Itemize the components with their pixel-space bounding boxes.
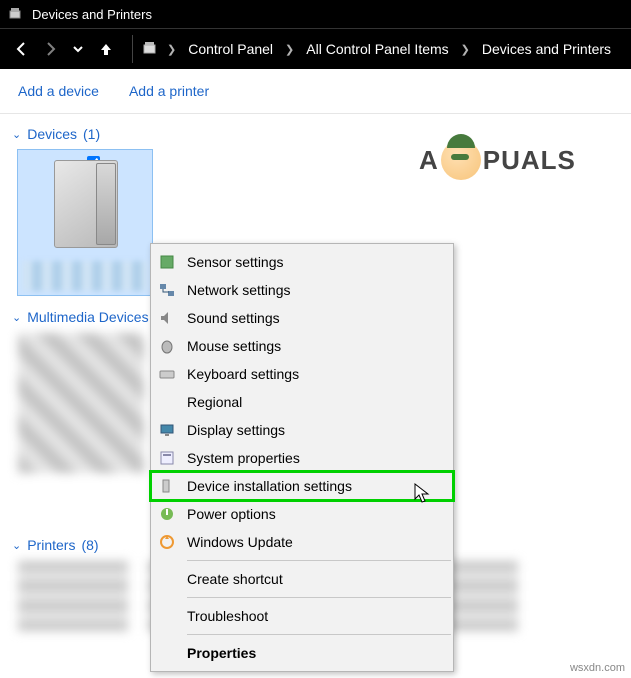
nav-toolbar: ❯ Control Panel ❯ All Control Panel Item… xyxy=(0,28,631,69)
menu-separator xyxy=(187,597,451,598)
menu-label: Properties xyxy=(187,645,256,661)
menu-regional[interactable]: Regional xyxy=(151,388,453,416)
menu-label: Device installation settings xyxy=(187,478,352,494)
source-stamp: wsxdn.com xyxy=(570,662,625,674)
menu-power-options[interactable]: Power options xyxy=(151,500,453,528)
window-title: Devices and Printers xyxy=(32,7,152,22)
power-icon xyxy=(157,504,177,524)
window-titlebar: Devices and Printers xyxy=(0,0,631,28)
menu-sound-settings[interactable]: Sound settings xyxy=(151,304,453,332)
menu-keyboard-settings[interactable]: Keyboard settings xyxy=(151,360,453,388)
menu-device-installation-settings[interactable]: Device installation settings xyxy=(151,472,453,500)
menu-mouse-settings[interactable]: Mouse settings xyxy=(151,332,453,360)
watermark-face-icon xyxy=(441,140,481,180)
menu-separator xyxy=(187,634,451,635)
add-device-link[interactable]: Add a device xyxy=(18,83,99,99)
crumb-control-panel[interactable]: Control Panel xyxy=(184,39,277,59)
printer-tile-blurred[interactable] xyxy=(18,561,128,631)
menu-windows-update[interactable]: Windows Update xyxy=(151,528,453,556)
menu-label: Mouse settings xyxy=(187,338,281,354)
install-icon xyxy=(157,476,177,496)
pc-icon xyxy=(40,158,130,253)
device-tile-pc[interactable] xyxy=(18,150,152,295)
section-count: (8) xyxy=(81,537,98,553)
properties-icon xyxy=(157,448,177,468)
up-button[interactable] xyxy=(94,37,118,61)
back-button[interactable] xyxy=(10,37,34,61)
monitor-icon xyxy=(157,420,177,440)
menu-label: Sound settings xyxy=(187,310,280,326)
chevron-right-icon: ❯ xyxy=(457,43,474,56)
watermark-text: A xyxy=(419,145,439,176)
location-icon xyxy=(141,39,159,60)
menu-label: Network settings xyxy=(187,282,290,298)
command-bar: Add a device Add a printer xyxy=(0,69,631,114)
menu-label: System properties xyxy=(187,450,300,466)
chevron-down-icon: ⌄ xyxy=(12,539,21,552)
keyboard-icon xyxy=(157,364,177,384)
menu-create-shortcut[interactable]: Create shortcut xyxy=(151,565,453,593)
menu-label: Regional xyxy=(187,394,242,410)
menu-label: Display settings xyxy=(187,422,285,438)
speaker-icon xyxy=(157,308,177,328)
chevron-right-icon: ❯ xyxy=(281,43,298,56)
menu-label: Windows Update xyxy=(187,534,293,550)
menu-sensor-settings[interactable]: Sensor settings xyxy=(151,248,453,276)
menu-label: Sensor settings xyxy=(187,254,284,270)
section-count: (1) xyxy=(83,126,100,142)
section-label: Printers xyxy=(27,537,75,553)
menu-separator xyxy=(187,560,451,561)
section-label: Multimedia Devices xyxy=(27,309,148,325)
section-label: Devices xyxy=(27,126,77,142)
menu-properties[interactable]: Properties xyxy=(151,639,453,667)
menu-system-properties[interactable]: System properties xyxy=(151,444,453,472)
menu-label: Create shortcut xyxy=(187,571,283,587)
device-label-blurred xyxy=(22,261,148,291)
watermark-text: PUALS xyxy=(483,145,576,176)
sensor-icon xyxy=(157,252,177,272)
menu-network-settings[interactable]: Network settings xyxy=(151,276,453,304)
add-printer-link[interactable]: Add a printer xyxy=(129,83,209,99)
menu-label: Power options xyxy=(187,506,276,522)
app-icon xyxy=(8,6,24,22)
chevron-down-icon: ⌄ xyxy=(12,128,21,141)
network-icon xyxy=(157,280,177,300)
update-icon xyxy=(157,532,177,552)
mouse-icon xyxy=(157,336,177,356)
crumb-all-items[interactable]: All Control Panel Items xyxy=(302,39,452,59)
forward-button[interactable] xyxy=(38,37,62,61)
multimedia-device-blurred[interactable] xyxy=(18,333,144,473)
menu-display-settings[interactable]: Display settings xyxy=(151,416,453,444)
context-menu: Sensor settings Network settings Sound s… xyxy=(150,243,454,672)
watermark: A PUALS xyxy=(419,140,619,180)
chevron-right-icon: ❯ xyxy=(163,43,180,56)
recent-button[interactable] xyxy=(66,37,90,61)
menu-label: Troubleshoot xyxy=(187,608,268,624)
menu-label: Keyboard settings xyxy=(187,366,299,382)
menu-troubleshoot[interactable]: Troubleshoot xyxy=(151,602,453,630)
breadcrumb[interactable]: ❯ Control Panel ❯ All Control Panel Item… xyxy=(132,35,615,63)
crumb-devices-printers[interactable]: Devices and Printers xyxy=(478,39,615,59)
chevron-down-icon: ⌄ xyxy=(12,311,21,324)
